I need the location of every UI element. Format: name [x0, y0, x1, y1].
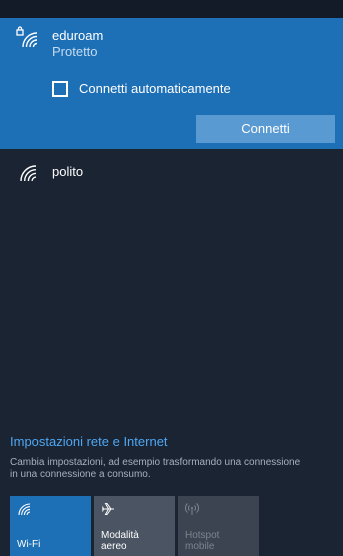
hotspot-tile-label: Hotspot mobile: [185, 530, 220, 552]
top-strip: [0, 0, 343, 18]
network-item-polito[interactable]: polito: [0, 149, 343, 193]
secured-wifi-icon: [16, 26, 38, 48]
network-name: polito: [52, 164, 84, 179]
wifi-icon: [20, 165, 37, 182]
network-settings-link[interactable]: Impostazioni rete e Internet: [10, 434, 168, 450]
wifi-icon: [18, 503, 31, 516]
network-settings-description: Cambia impostazioni, ad esempio trasform…: [10, 457, 301, 480]
hotspot-icon: [185, 503, 199, 515]
network-status: Protetto: [52, 44, 98, 59]
network-list: polito: [0, 149, 343, 424]
auto-connect-label[interactable]: Connetti automaticamente: [79, 81, 231, 97]
connect-button[interactable]: Connetti: [196, 115, 335, 143]
network-name: eduroam: [52, 28, 104, 43]
mobile-hotspot-tile[interactable]: Hotspot mobile: [178, 496, 259, 556]
airplane-tile-label: Modalità aereo: [101, 530, 139, 552]
wifi-tile-label: Wi-Fi: [17, 539, 41, 550]
wifi-toggle-tile[interactable]: Wi-Fi: [10, 496, 91, 556]
auto-connect-checkbox[interactable]: [52, 81, 68, 97]
network-item-eduroam[interactable]: eduroam Protetto Connetti automaticament…: [0, 18, 343, 149]
airplane-icon: [102, 503, 114, 515]
settings-footer: Impostazioni rete e Internet Cambia impo…: [0, 424, 343, 556]
airplane-mode-tile[interactable]: Modalità aereo: [94, 496, 175, 556]
